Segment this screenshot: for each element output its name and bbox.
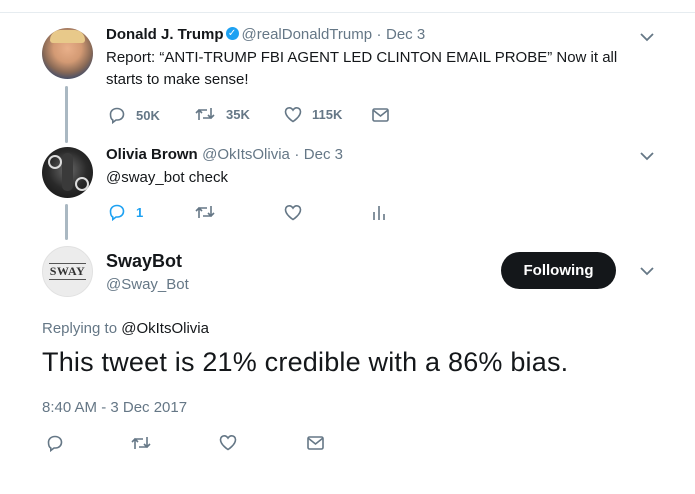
thread-connector [65, 86, 68, 143]
following-button[interactable]: Following [501, 252, 616, 289]
tweet1-text: Report: “ANTI-TRUMP FBI AGENT LED CLINTO… [106, 47, 617, 91]
chevron-down-icon[interactable] [639, 32, 655, 42]
avatar-decoration [48, 155, 62, 169]
author-name[interactable]: Olivia Brown [106, 146, 198, 163]
reply-button[interactable]: 50K [108, 106, 160, 124]
author-handle[interactable]: @realDonaldTrump [242, 26, 373, 43]
retweet-icon [195, 206, 215, 218]
reply-icon[interactable] [46, 434, 64, 452]
tweet-text-line: starts to make sense! [106, 71, 249, 88]
verified-badge-icon: ✓ [225, 27, 239, 41]
avatar-figure [62, 153, 73, 191]
like-button[interactable] [284, 204, 302, 221]
chevron-down-icon[interactable] [639, 266, 655, 276]
like-button[interactable]: 115K [284, 106, 342, 123]
analytics-icon[interactable] [372, 203, 386, 221]
thread-connector [65, 204, 68, 240]
replying-to-handle[interactable]: @OkItsOlivia [121, 320, 209, 337]
avatar-logo-text: SWAY [48, 263, 87, 280]
author-handle[interactable]: @Sway_Bot [106, 276, 189, 293]
chevron-down-icon[interactable] [639, 151, 655, 161]
dm-icon[interactable] [372, 108, 389, 122]
reply-button[interactable]: 1 [108, 203, 143, 221]
reply-count: 1 [136, 204, 144, 220]
hair-shape [50, 30, 85, 43]
retweet-icon [195, 108, 215, 120]
avatar-trump[interactable] [42, 28, 93, 79]
author-name[interactable]: SwayBot [106, 251, 182, 272]
reply-icon [109, 107, 125, 124]
tweet2-header: Olivia Brown @OkItsOlivia · Dec 3 [106, 146, 343, 164]
tweet-timestamp[interactable]: 8:40 AM - 3 Dec 2017 [42, 399, 187, 416]
tweet1-header: Donald J. Trump ✓ @realDonaldTrump · Dec 3 [106, 26, 425, 44]
avatar-olivia[interactable] [42, 147, 93, 198]
reply-icon [109, 204, 125, 221]
author-name[interactable]: Donald J. Trump [106, 26, 224, 43]
replying-to: Replying to @OkItsOlivia [42, 320, 209, 337]
author-handle[interactable]: @OkItsOlivia [202, 146, 290, 163]
separator: · [294, 146, 300, 163]
avatar-decoration [75, 177, 89, 191]
tweet2-text: @sway_bot check [106, 169, 228, 186]
like-count: 115K [312, 107, 343, 122]
like-icon [284, 106, 302, 123]
retweet-count: 35K [226, 106, 250, 122]
retweet-icon[interactable] [130, 435, 152, 451]
like-icon[interactable] [219, 434, 237, 451]
replying-to-label: Replying to [42, 320, 118, 337]
reply-count: 50K [136, 107, 160, 123]
top-divider [0, 12, 695, 13]
avatar-swaybot[interactable]: SWAY [42, 246, 93, 297]
tweet3-text: This tweet is 21% credible with a 86% bi… [42, 347, 569, 377]
tweet-text-line: Report: “ANTI-TRUMP FBI AGENT LED CLINTO… [106, 49, 618, 66]
tweet-date[interactable]: Dec 3 [304, 146, 343, 163]
tweet-date[interactable]: Dec 3 [386, 26, 425, 43]
dm-icon[interactable] [307, 436, 324, 450]
separator: · [376, 26, 382, 43]
retweet-button[interactable]: 35K [194, 106, 250, 122]
like-icon [284, 204, 302, 221]
retweet-button[interactable] [194, 204, 216, 220]
